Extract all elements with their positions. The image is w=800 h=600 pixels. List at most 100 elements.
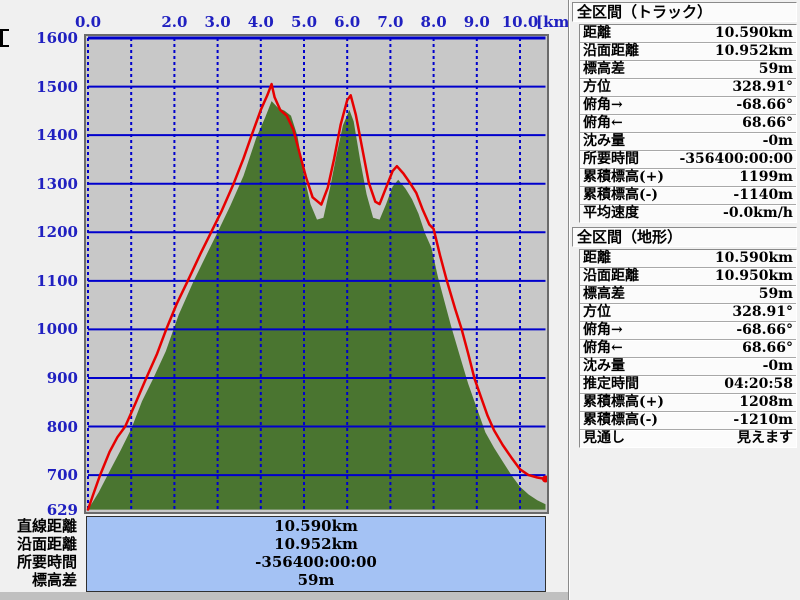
stat-label: 沈み量	[583, 133, 625, 149]
summary-value: 10.590km	[274, 517, 358, 535]
stat-row: 所要時間 -356400:00:00	[580, 151, 796, 169]
stats-table-1: 距離 10.590km 沿面距離 10.950km 標高差 59m 方位 328.91° 俯角→…	[579, 249, 797, 448]
stat-row: 距離 10.590km	[580, 25, 796, 43]
stat-value: 10.590km	[714, 250, 793, 266]
y-tick-label-1000: 1000	[36, 320, 78, 339]
stat-label: 沈み量	[583, 358, 625, 374]
y-tick-label-1500: 1500	[36, 77, 78, 96]
stat-label: 累積標高(-)	[583, 412, 659, 428]
stat-row: 沈み量 -0m	[580, 133, 796, 151]
stat-row: 俯角← 68.66°	[580, 115, 796, 133]
x-tick-label-7.0: 7.0	[377, 13, 404, 31]
summary-value: -356400:00:00	[255, 553, 377, 571]
stat-value: 59m	[758, 61, 793, 77]
stat-label: 推定時間	[583, 376, 639, 392]
summary-label: 所要時間	[16, 553, 77, 571]
stat-row: 累積標高(-) -1210m	[580, 412, 796, 430]
panel-title-0: 全区間（トラック）	[572, 2, 797, 22]
stat-label: 距離	[583, 25, 611, 41]
stat-row: 標高差 59m	[580, 286, 796, 304]
stat-value: 1208m	[739, 394, 793, 410]
stat-row: 俯角→ -68.66°	[580, 322, 796, 340]
stat-value: 10.952km	[714, 43, 793, 59]
stat-value: 10.950km	[714, 268, 793, 284]
stat-value: -356400:00:00	[679, 151, 793, 167]
y-tick-label-1100: 1100	[36, 271, 78, 290]
stat-row: 俯角← 68.66°	[580, 340, 796, 358]
elevation-chart[interactable]	[84, 34, 549, 514]
stat-label: 距離	[583, 250, 611, 266]
stat-row: 累積標高(+) 1208m	[580, 394, 796, 412]
stat-label: 沿面距離	[583, 43, 639, 59]
summary-label: 標高差	[31, 571, 77, 589]
stat-value: 328.91°	[732, 304, 793, 320]
y-tick-label-629: 629	[46, 500, 78, 519]
stat-label: 俯角→	[583, 322, 623, 338]
stat-value: -1140m	[733, 187, 793, 203]
stat-label: 俯角→	[583, 97, 623, 113]
summary-value: 59m	[297, 571, 335, 589]
stat-row: 標高差 59m	[580, 61, 796, 79]
stat-label: 累積標高(+)	[583, 169, 664, 185]
window-bottom-strip	[0, 592, 568, 600]
elevation-chart-canvas	[86, 36, 547, 511]
stat-value: -68.66°	[736, 322, 793, 338]
stat-row: 方位 328.91°	[580, 79, 796, 97]
stat-row: 沿面距離 10.952km	[580, 43, 796, 61]
stat-row: 距離 10.590km	[580, 250, 796, 268]
stat-value: 59m	[758, 286, 793, 302]
x-tick-label-3.0: 3.0	[204, 13, 231, 31]
summary-label: 直線距離	[16, 517, 77, 535]
stat-value: 1199m	[739, 169, 793, 185]
summary-info-box: 10.590km 10.952km -356400:00:00 59m	[86, 516, 546, 592]
stat-label: 平均速度	[583, 205, 639, 221]
stat-label: 沿面距離	[583, 268, 639, 284]
stat-value: -0.0km/h	[723, 205, 793, 221]
stat-label: 所要時間	[583, 151, 639, 167]
elevation-profile-window: 0.0 2.0 3.0 4.0 5.0 6.0 7.0 8.0 9.0 10.0 [km] 160…	[0, 0, 800, 600]
panel-title-1: 全区間（地形）	[572, 227, 797, 247]
stat-value: -1210m	[733, 412, 793, 428]
x-tick-label-9.0: 9.0	[463, 13, 490, 31]
stat-value: -0m	[762, 133, 793, 149]
stats-table-0: 距離 10.590km 沿面距離 10.952km 標高差 59m 方位 328.91° 俯角→…	[579, 24, 797, 223]
stat-row: 推定時間 04:20:58	[580, 376, 796, 394]
x-tick-label-6.0: 6.0	[334, 13, 361, 31]
stat-row: 方位 328.91°	[580, 304, 796, 322]
stats-panel: 全区間（トラック） 距離 10.590km 沿面距離 10.952km 標高差 59m 方位 3…	[570, 0, 800, 600]
x-tick-label-5.0: 5.0	[290, 13, 318, 31]
stat-label: 累積標高(-)	[583, 187, 659, 203]
y-tick-label-1600: 1600	[36, 29, 78, 47]
y-tick-label-700: 700	[46, 466, 78, 485]
x-tick-label-8.0: 8.0	[420, 13, 447, 31]
stat-row: 見通し 見えます	[580, 430, 796, 447]
stat-value: 04:20:58	[724, 376, 793, 392]
track-end-marker	[541, 475, 547, 483]
summary-label: 沿面距離	[16, 535, 77, 553]
stat-label: 標高差	[583, 286, 625, 302]
stat-value: 68.66°	[742, 115, 793, 131]
stat-row: 俯角→ -68.66°	[580, 97, 796, 115]
x-tick-label-0.0: 0.0	[74, 13, 102, 31]
stat-label: 俯角←	[583, 340, 623, 356]
y-tick-label-1400: 1400	[36, 126, 78, 145]
stat-label: 方位	[583, 79, 611, 95]
x-tick-label-10.0: 10.0	[501, 13, 539, 31]
stat-value: -0m	[762, 358, 793, 374]
stat-row: 沿面距離 10.950km	[580, 268, 796, 286]
stat-value: -68.66°	[736, 97, 793, 113]
stat-value: 見えます	[737, 430, 793, 446]
y-tick-label-900: 900	[46, 368, 78, 387]
stat-label: 標高差	[583, 61, 625, 77]
stat-label: 見通し	[583, 430, 625, 446]
y-tick-label-800: 800	[46, 417, 78, 436]
y-tick-label-1200: 1200	[36, 223, 78, 242]
summary-row-labels: 直線距離 沿面距離 所要時間 標高差	[0, 517, 80, 589]
y-tick-label-1300: 1300	[36, 174, 78, 193]
stat-row: 沈み量 -0m	[580, 358, 796, 376]
stat-value: 10.590km	[714, 25, 793, 41]
x-tick-label-2.0: 2.0	[161, 13, 188, 31]
stat-value: 68.66°	[742, 340, 793, 356]
stat-label: 方位	[583, 304, 611, 320]
stat-label: 俯角←	[583, 115, 623, 131]
